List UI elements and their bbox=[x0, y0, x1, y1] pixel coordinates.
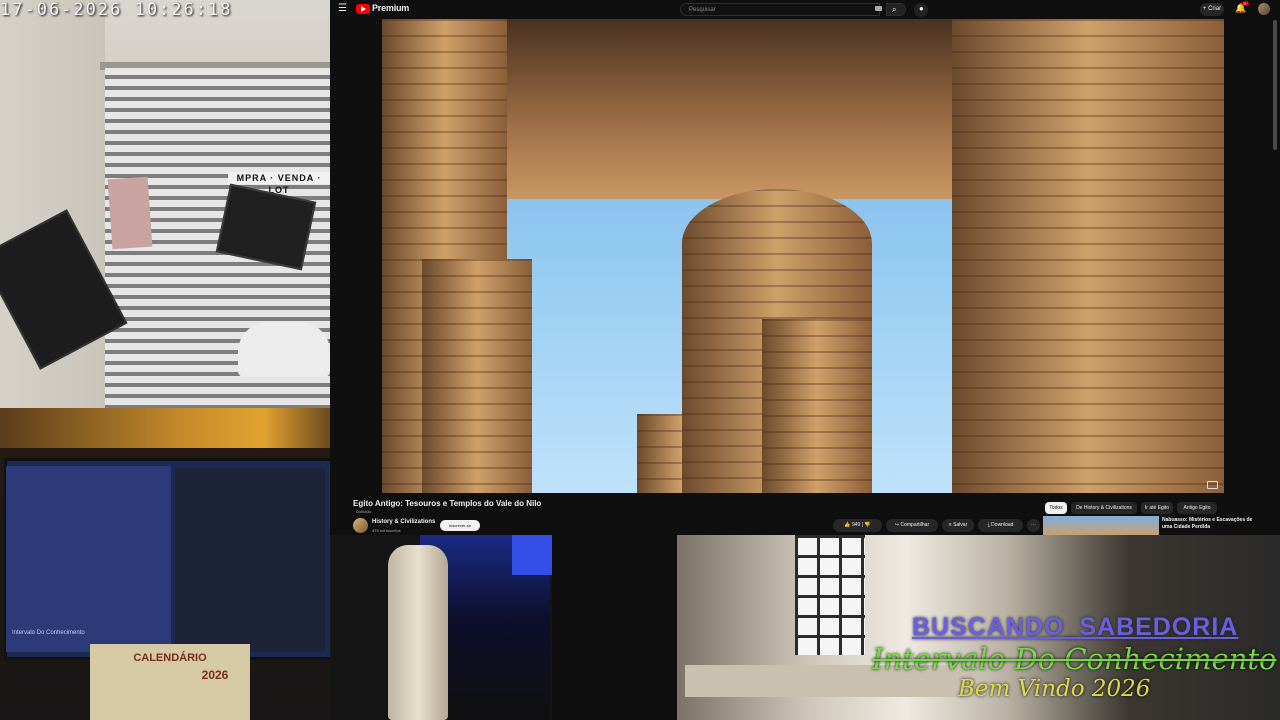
window-grille bbox=[795, 535, 865, 655]
youtube-logo-text[interactable]: Premium bbox=[372, 3, 409, 13]
mic-icon: ● bbox=[919, 4, 924, 13]
menu-icon[interactable]: ☰ bbox=[338, 4, 347, 14]
scrollbar[interactable] bbox=[1273, 20, 1277, 150]
chip-all[interactable]: Todos bbox=[1045, 502, 1067, 514]
temple-column bbox=[952, 19, 1224, 493]
search-input[interactable]: Pesquisar bbox=[680, 3, 880, 16]
temple-lintel bbox=[492, 19, 1012, 199]
youtube-header: ☰ Premium Pesquisar ⌕ ● + Criar 🔔 9+ bbox=[330, 0, 1280, 19]
cctv-timestamp: 17-06-2026 10:26:18 bbox=[0, 0, 233, 20]
video-player[interactable] bbox=[382, 19, 1224, 493]
search-icon: ⌕ bbox=[892, 5, 897, 14]
download-label: Download bbox=[991, 522, 1014, 528]
youtube-logo-icon[interactable] bbox=[356, 4, 370, 14]
dark-area bbox=[552, 535, 677, 720]
chip-channel[interactable]: De History & Civilizations bbox=[1071, 502, 1137, 514]
bottle bbox=[388, 545, 448, 720]
recommended-video-thumbnail[interactable] bbox=[1043, 516, 1159, 535]
recommended-video-title[interactable]: Nabuasso: Mistérios e Escavações de uma … bbox=[1162, 517, 1262, 531]
room-webcam-feed: Intervalo Do Conhecimento CALENDÁRIO 202… bbox=[0, 408, 330, 720]
share-label: Compartilhar bbox=[900, 522, 930, 528]
calendar-year: 2026 bbox=[201, 668, 229, 682]
voice-search-button[interactable]: ● bbox=[914, 3, 928, 17]
channel-subscribers: 475 mil inscritos bbox=[372, 528, 401, 533]
chip-ancient-egypt[interactable]: Antigo Egito bbox=[1177, 502, 1217, 514]
chip-egypt[interactable]: Ir até Egito bbox=[1141, 502, 1173, 514]
notification-badge: 9+ bbox=[1242, 1, 1249, 6]
overlay-program-title: Intervalo Do Conhecimento bbox=[872, 642, 1277, 676]
subscribe-button[interactable]: Inscrever-se bbox=[440, 520, 480, 531]
share-button[interactable]: ↪ Compartilhar bbox=[886, 519, 938, 532]
temple-column bbox=[762, 319, 872, 493]
video-title: Egito Antigo: Tesouros e Templos do Vale… bbox=[353, 499, 542, 508]
storefront-sign: MPRA · VENDA · LOT bbox=[228, 172, 330, 195]
dubbed-tag: Dublado bbox=[356, 509, 371, 514]
wall-calendar: CALENDÁRIO 2026 bbox=[90, 644, 250, 720]
create-label: Criar bbox=[1208, 6, 1222, 12]
create-button[interactable]: + Criar bbox=[1200, 3, 1224, 16]
download-button[interactable]: ⤓ Download bbox=[978, 519, 1023, 532]
blue-light bbox=[512, 535, 552, 575]
monitor-text: Intervalo Do Conhecimento bbox=[12, 630, 85, 636]
monitor-window-right bbox=[175, 468, 325, 652]
overlay-channel-name: BUSCANDO_SABEDORIA bbox=[912, 613, 1239, 641]
search-button[interactable]: ⌕ bbox=[886, 3, 906, 16]
parked-car bbox=[238, 322, 330, 377]
toy-shelf bbox=[0, 408, 330, 448]
calendar-title: CALENDÁRIO bbox=[133, 652, 207, 664]
avatar[interactable] bbox=[1258, 3, 1270, 15]
save-button[interactable]: ≡ Salvar bbox=[942, 519, 974, 532]
like-button[interactable]: 👍 949 | 👎 bbox=[833, 519, 882, 532]
save-label: Salvar bbox=[953, 522, 968, 528]
keyboard-icon[interactable] bbox=[875, 6, 882, 11]
overlay-welcome: Bem Vindo 2026 bbox=[958, 676, 1151, 702]
channel-name[interactable]: History & Civilizations bbox=[372, 519, 435, 525]
fullscreen-icon[interactable] bbox=[1207, 481, 1218, 489]
channel-avatar[interactable] bbox=[353, 518, 368, 533]
like-count: 949 bbox=[851, 522, 861, 528]
more-options-icon[interactable]: ⋯ bbox=[1027, 519, 1040, 532]
temple-column bbox=[422, 259, 532, 493]
hanging-board bbox=[107, 176, 153, 250]
cctv-camera-feed: MPRA · VENDA · LOT 17-06-2026 10:26:18 bbox=[0, 0, 330, 408]
monitor-window-left bbox=[6, 466, 171, 652]
youtube-window: ☰ Premium Pesquisar ⌕ ● + Criar 🔔 9+ Egi… bbox=[330, 0, 1280, 535]
